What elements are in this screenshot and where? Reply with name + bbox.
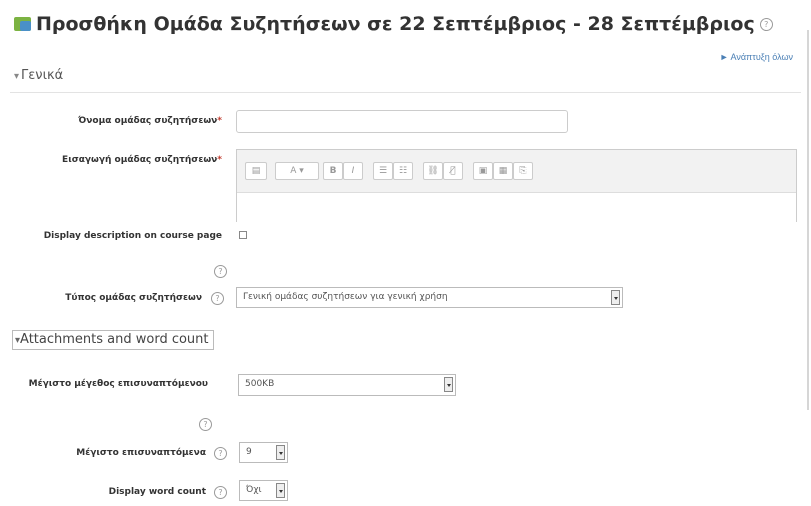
max-size-value: 500KB — [245, 379, 275, 389]
image-icon[interactable]: ▣ — [473, 162, 493, 180]
word-count-value: Όχι — [246, 485, 262, 495]
intro-editor[interactable]: ▤ A ▾ B I ☰ ☷ ⛓ ⛓̸ ▣ ▦ ⎘ — [236, 149, 797, 222]
help-icon[interactable]: ? — [199, 418, 212, 431]
media-icon[interactable]: ▦ — [493, 162, 513, 180]
group-name-label-text: Όνομα ομάδας συζητήσεων — [78, 116, 218, 126]
show-more-icon[interactable]: ▤ — [245, 162, 267, 180]
chevron-down-icon — [444, 377, 453, 392]
display-desc-checkbox[interactable] — [239, 231, 247, 239]
intro-label-text: Εισαγωγή ομάδας συζητήσεων — [62, 155, 218, 165]
chevron-down-icon — [611, 290, 620, 305]
max-size-label-text: Μέγιστο μέγεθος επισυναπτόμενου — [28, 379, 208, 389]
max-attach-value: 9 — [246, 447, 252, 457]
max-size-label: Μέγιστο μέγεθος επισυναπτόμενου — [20, 378, 208, 391]
section-attachments-header[interactable]: ▾Attachments and word count — [12, 330, 214, 350]
section-general-header[interactable]: ▾ Γενικά — [14, 68, 63, 83]
help-icon[interactable]: ? — [214, 486, 227, 499]
forum-type-label-text: Τύπος ομάδας συζητήσεων — [65, 293, 202, 303]
chevron-down-icon — [276, 483, 285, 498]
unlink-icon[interactable]: ⛓̸ — [443, 162, 463, 180]
forum-icon — [14, 17, 31, 31]
max-attach-select[interactable]: 9 — [239, 442, 288, 463]
bold-button[interactable]: B — [323, 162, 343, 180]
editor-toolbar: ▤ A ▾ B I ☰ ☷ ⛓ ⛓̸ ▣ ▦ ⎘ — [237, 150, 796, 193]
required-marker: * — [217, 155, 222, 165]
numbered-list-icon[interactable]: ☷ — [393, 162, 413, 180]
word-count-label-text: Display word count — [108, 487, 206, 497]
group-name-label: Όνομα ομάδας συζητήσεων* — [20, 115, 222, 128]
forum-type-select[interactable]: Γενική ομάδας συζητήσεων για γενική χρήσ… — [236, 287, 623, 308]
group-name-input[interactable] — [236, 110, 568, 133]
expand-all-link[interactable]: ► Ανάπτυξη όλων — [720, 52, 793, 62]
section-general-title: Γενικά — [21, 68, 64, 83]
display-desc-label: Display description on course page — [20, 230, 222, 243]
page-title-text: Προσθήκη Ομάδα Συζητήσεων σε 22 Σεπτέμβρ… — [36, 13, 755, 35]
manage-files-icon[interactable]: ⎘ — [513, 162, 533, 180]
forum-type-value: Γενική ομάδας συζητήσεων για γενική χρήσ… — [243, 292, 448, 302]
font-size-button[interactable]: A ▾ — [275, 162, 319, 180]
help-icon[interactable]: ? — [214, 265, 227, 278]
bullet-list-icon[interactable]: ☰ — [373, 162, 393, 180]
word-count-select[interactable]: Όχι — [239, 480, 288, 501]
italic-button[interactable]: I — [343, 162, 363, 180]
help-icon[interactable]: ? — [214, 447, 227, 460]
max-attach-label: Μέγιστο επισυναπτόμενα — [20, 447, 206, 460]
required-marker: * — [217, 116, 222, 126]
word-count-label: Display word count — [20, 486, 206, 499]
help-icon[interactable]: ? — [211, 292, 224, 305]
max-size-select[interactable]: 500KB — [238, 374, 456, 396]
max-attach-label-text: Μέγιστο επισυναπτόμενα — [76, 448, 206, 458]
triangle-down-icon: ▾ — [14, 71, 20, 82]
help-icon[interactable]: ? — [759, 17, 773, 31]
link-icon[interactable]: ⛓ — [423, 162, 443, 180]
divider — [10, 92, 801, 93]
forum-type-label: Τύπος ομάδας συζητήσεων — [20, 292, 202, 305]
page-border — [807, 30, 809, 410]
page-title: Προσθήκη Ομάδα Συζητήσεων σε 22 Σεπτέμβρ… — [14, 10, 773, 38]
intro-label: Εισαγωγή ομάδας συζητήσεων* — [20, 154, 222, 167]
display-desc-label-text: Display description on course page — [43, 231, 222, 241]
chevron-down-icon — [276, 445, 285, 460]
section-attachments-title: Attachments and word count — [20, 332, 209, 347]
